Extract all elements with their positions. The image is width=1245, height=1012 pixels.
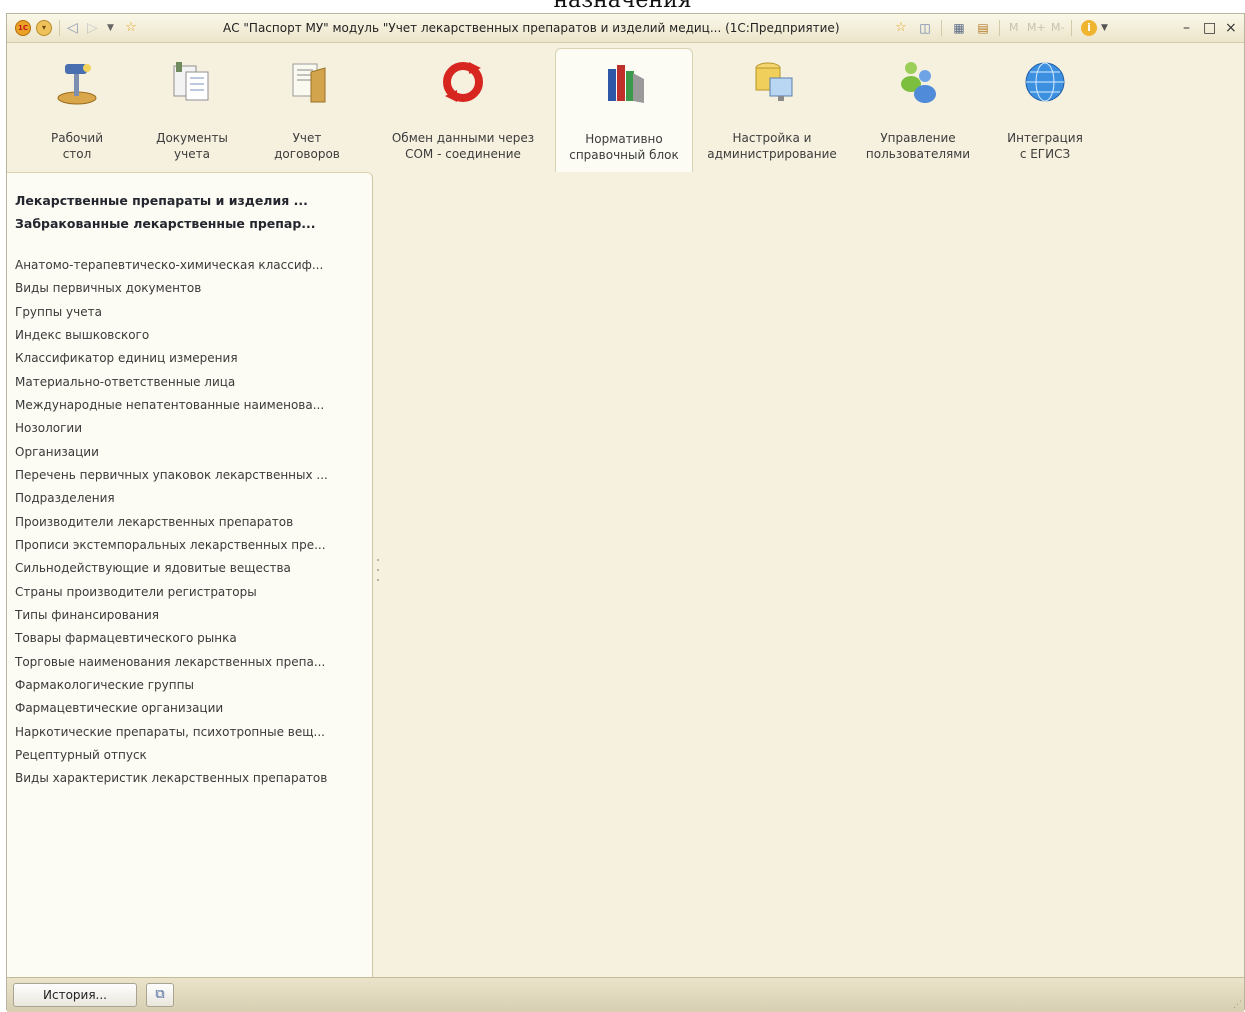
list-item[interactable]: Перечень первичных упаковок лекарственны… xyxy=(15,468,328,482)
list-item[interactable]: Наркотические препараты, психотропные ве… xyxy=(15,725,325,739)
list-item[interactable]: Типы финансирования xyxy=(15,608,159,622)
list-item[interactable]: Производители лекарственных препаратов xyxy=(15,515,293,529)
nav-link-medicines[interactable]: Лекарственные препараты и изделия ... xyxy=(15,193,308,208)
list-item[interactable]: Сильнодействующие и ядовитые вещества xyxy=(15,561,291,575)
link-icon[interactable]: ◫ xyxy=(917,20,933,36)
list-item[interactable]: Индекс вышковского xyxy=(15,328,149,342)
section-contracts[interactable]: Учет договоров xyxy=(257,48,357,172)
list-item[interactable]: Нозологии xyxy=(15,421,82,435)
list-item[interactable]: Организации xyxy=(15,445,99,459)
memory-plus-button[interactable]: M+ xyxy=(1027,20,1046,36)
database-monitor-icon xyxy=(755,62,793,101)
nav-link-rejected-medicines[interactable]: Забракованные лекарственные препар... xyxy=(15,216,316,231)
section-users[interactable]: Управление пользователями xyxy=(853,48,983,172)
section-label: Документы учета xyxy=(156,131,228,161)
list-item[interactable]: Прописи экстемпоральных лекарственных пр… xyxy=(15,538,326,552)
memory-m-button[interactable]: M xyxy=(1009,20,1019,36)
app-window: 1С ▾ ◁ ▷ ▼ ☆ АС "Паспорт МУ" модуль "Уче… xyxy=(6,13,1245,1012)
section-reference-block[interactable]: Нормативно справочный блок xyxy=(555,48,693,172)
forward-arrow-icon[interactable]: ▷ xyxy=(87,20,98,36)
section-label: Интеграция с ЕГИСЗ xyxy=(1007,131,1083,161)
maximize-icon[interactable]: □ xyxy=(1203,20,1216,36)
status-bar: История... ⧉ ⋰ xyxy=(7,977,1244,1012)
list-item[interactable]: Фармакологические группы xyxy=(15,678,194,692)
list-item[interactable]: Подразделения xyxy=(15,491,115,505)
section-com-exchange[interactable]: Обмен данными через COM - соединение xyxy=(385,48,541,172)
toolbar-separator xyxy=(941,20,942,36)
list-item[interactable]: Материально-ответственные лица xyxy=(15,375,235,389)
documents-icon xyxy=(173,62,209,101)
toolbar-separator xyxy=(1071,20,1072,36)
list-item[interactable]: Виды первичных документов xyxy=(15,281,201,295)
favorites-star-icon[interactable]: ☆ xyxy=(123,20,139,36)
title-bar: 1С ▾ ◁ ▷ ▼ ☆ АС "Паспорт МУ" модуль "Уче… xyxy=(7,14,1244,43)
info-dropdown-icon[interactable]: ▼ xyxy=(1101,20,1108,36)
globe-icon xyxy=(1025,62,1065,102)
1c-logo-icon[interactable]: 1С xyxy=(15,20,31,36)
section-label: Учет договоров xyxy=(274,131,340,161)
calendar-icon[interactable]: ▤ xyxy=(975,20,991,36)
list-item[interactable]: Анатомо-терапевтическо-химическая класси… xyxy=(15,258,323,272)
section-label: Рабочий стол xyxy=(50,131,104,161)
section-label: Нормативно справочный блок xyxy=(569,132,679,162)
list-item[interactable]: Товары фармацевтического рынка xyxy=(15,631,237,645)
info-icon[interactable]: i xyxy=(1081,20,1097,36)
resize-grip-icon[interactable]: ⋰ xyxy=(1233,1000,1242,1010)
memory-minus-button[interactable]: M- xyxy=(1051,20,1064,36)
section-label: Настройка и администрирование xyxy=(707,131,837,161)
minimize-icon[interactable]: – xyxy=(1183,20,1190,36)
toolbar-separator xyxy=(59,20,60,36)
desk-lamp-icon xyxy=(57,64,97,105)
history-dropdown-icon[interactable]: ▼ xyxy=(107,20,114,36)
section-admin[interactable]: Настройка и администрирование xyxy=(701,48,843,172)
window-title: АС "Паспорт МУ" модуль "Учет лекарственн… xyxy=(223,21,840,35)
list-item[interactable]: Классификатор единиц измерения xyxy=(15,351,238,365)
books-icon xyxy=(608,65,644,103)
section-documents[interactable]: Документы учета xyxy=(137,48,247,172)
list-item[interactable]: Группы учета xyxy=(15,305,102,319)
calculator-icon[interactable]: ▦ xyxy=(951,20,967,36)
list-item[interactable]: Страны производители регистраторы xyxy=(15,585,257,599)
list-item[interactable]: Торговые наименования лекарственных преп… xyxy=(15,655,325,669)
section-desktop[interactable]: Рабочий стол xyxy=(27,48,127,172)
list-item[interactable]: Фармацевтические организации xyxy=(15,701,223,715)
panel-resize-handle[interactable] xyxy=(377,559,380,589)
users-icon xyxy=(901,62,936,103)
sections-panel: Рабочий стол Документы учета Учет догово… xyxy=(7,42,1244,174)
close-icon[interactable]: × xyxy=(1225,20,1237,36)
section-egisz[interactable]: Интеграция с ЕГИСЗ xyxy=(993,48,1097,172)
exchange-arrows-icon xyxy=(443,62,483,102)
toolbar-separator xyxy=(999,20,1000,36)
add-favorite-icon[interactable]: ☆ xyxy=(893,20,909,36)
list-item[interactable]: Рецептурный отпуск xyxy=(15,748,147,762)
list-item[interactable]: Виды характеристик лекарственных препара… xyxy=(15,771,327,785)
main-menu-dropdown-icon[interactable]: ▾ xyxy=(36,20,52,36)
navigation-panel: Лекарственные препараты и изделия ... За… xyxy=(7,172,373,977)
section-label: Управление пользователями xyxy=(865,131,971,161)
history-button[interactable]: История... xyxy=(13,983,137,1007)
messages-window-icon[interactable]: ⧉ xyxy=(146,983,174,1007)
section-label: Обмен данными через COM - соединение xyxy=(391,131,535,161)
contracts-folder-icon xyxy=(292,63,326,103)
back-arrow-icon[interactable]: ◁ xyxy=(67,20,78,36)
list-item[interactable]: Международные непатентованные наименова.… xyxy=(15,398,324,412)
